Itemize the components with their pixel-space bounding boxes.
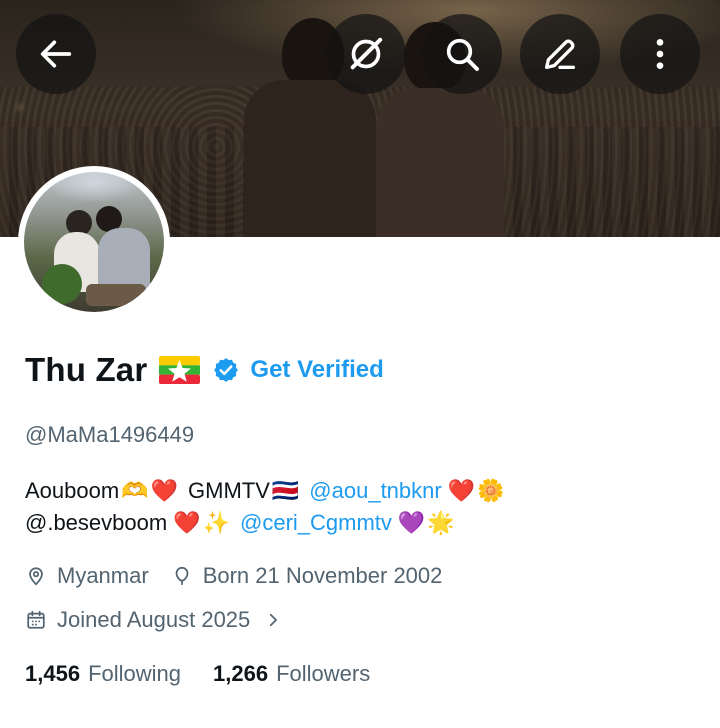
calendar-icon <box>27 610 45 629</box>
birthday-item: Born 21 November 2002 <box>171 563 443 589</box>
glowing-star-emoji: 🌟 <box>427 510 455 535</box>
joined-text: Joined August 2025 <box>57 607 251 632</box>
myanmar-flag-icon <box>159 356 201 384</box>
red-heart-emoji: ❤️ <box>173 510 201 535</box>
heart-hands-emoji: 🫶 <box>121 478 149 503</box>
grok-button[interactable] <box>326 14 406 94</box>
bio-text: @.besevboom <box>25 510 168 535</box>
red-heart-emoji: ❤️ <box>447 478 476 503</box>
chevron-right-icon <box>270 613 278 627</box>
edit-button[interactable] <box>520 14 600 94</box>
followers-label: Followers <box>276 661 371 686</box>
bio-line-2: @.besevboom ❤️ ✨ @ceri_Cgmmtv 💜 🌟 <box>25 507 505 539</box>
flag-emoji: 🇨🇷 <box>271 478 300 503</box>
bio: Aouboom 🫶 ❤️ GMMTV 🇨🇷 @aou_tnbknr ❤️ 🌼 @… <box>25 475 505 539</box>
balloon-icon <box>175 566 189 586</box>
grok-icon <box>350 37 383 70</box>
following-count: 1,456 <box>25 661 81 686</box>
following-label: Following <box>88 661 181 686</box>
sparkles-emoji: ✨ <box>202 510 230 535</box>
back-icon <box>40 40 72 68</box>
followers-link[interactable]: 1,266 Followers <box>213 661 370 687</box>
profile-meta-row: Myanmar Born 21 November 2002 <box>25 563 464 589</box>
location-text: Myanmar <box>57 563 149 588</box>
search-button[interactable] <box>422 14 502 94</box>
bio-line-1: Aouboom 🫶 ❤️ GMMTV 🇨🇷 @aou_tnbknr ❤️ 🌼 <box>25 475 505 507</box>
more-icon <box>656 39 664 69</box>
bio-mention-link[interactable]: @ceri_Cgmmtv <box>240 507 392 539</box>
blossom-emoji: 🌼 <box>477 478 505 503</box>
bio-mention-link[interactable]: @aou_tnbknr <box>309 475 441 507</box>
red-heart-emoji: ❤️ <box>150 478 178 503</box>
location-item: Myanmar <box>25 563 149 589</box>
edit-icon <box>545 39 575 70</box>
bio-text: Aouboom <box>25 478 120 503</box>
get-verified-link[interactable]: Get Verified <box>250 356 383 384</box>
user-handle: @MaMa1496449 <box>25 422 195 447</box>
purple-heart-emoji: 💜 <box>397 510 426 535</box>
avatar[interactable] <box>24 172 164 312</box>
name-row: Thu Zar Get Verified <box>25 348 384 392</box>
back-button[interactable] <box>16 14 96 94</box>
birthday-text: Born 21 November 2002 <box>202 563 443 588</box>
follow-stats: 1,456 Following 1,266 Followers <box>25 661 402 687</box>
followers-count: 1,266 <box>213 661 269 686</box>
display-name: Thu Zar <box>25 351 148 388</box>
more-button[interactable] <box>620 14 700 94</box>
bio-text: GMMTV <box>188 478 270 503</box>
following-link[interactable]: 1,456 Following <box>25 661 181 687</box>
verified-badge-icon <box>214 358 239 382</box>
search-icon <box>446 38 479 71</box>
location-pin-icon <box>29 567 43 586</box>
joined-row[interactable]: Joined August 2025 <box>25 607 282 633</box>
